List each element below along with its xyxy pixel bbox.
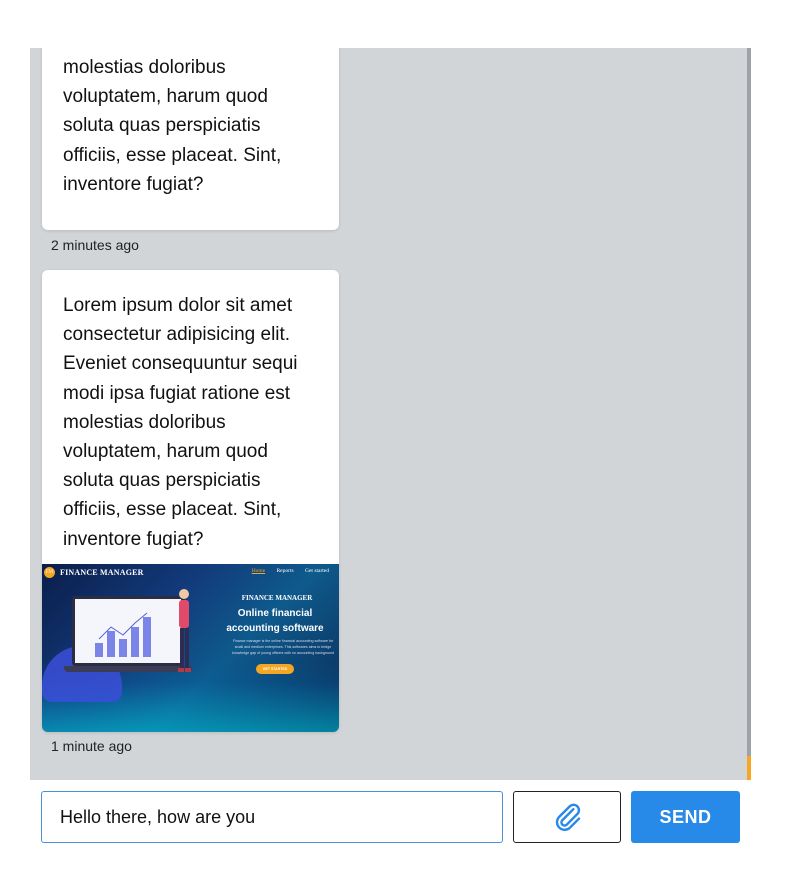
image-laptop-base	[64, 666, 192, 672]
image-hero-title: FINANCE MANAGER	[241, 594, 313, 602]
message-input[interactable]	[41, 791, 503, 843]
message-timestamp: 2 minutes ago	[51, 237, 139, 253]
image-person-illustration	[178, 589, 191, 672]
illustration-line	[98, 612, 148, 640]
image-brand: FINANCE MANAGER	[60, 568, 144, 577]
chat-scrollbar[interactable]	[747, 48, 751, 780]
image-logo: FM	[44, 567, 55, 578]
message-bubble: Lorem ipsum dolor sit amet consectetur a…	[42, 270, 339, 732]
image-navbar: FM FINANCE MANAGER Home Reports Get star…	[42, 564, 339, 582]
image-nav-link: Home	[251, 568, 266, 574]
attach-button[interactable]	[513, 791, 621, 843]
image-hero-heading: Online financial accounting software	[226, 608, 324, 634]
message-text: Lorem ipsum dolor sit amet consectetur a…	[63, 295, 298, 550]
message-text: molestias doloribus voluptatem, harum qu…	[63, 57, 282, 195]
image-hero-description: Finance manager is the online financial …	[231, 639, 335, 655]
chat-messages-area[interactable]: molestias doloribus voluptatem, harum qu…	[30, 48, 751, 780]
message-timestamp: 1 minute ago	[51, 738, 132, 754]
send-button[interactable]: SEND	[631, 791, 740, 843]
image-laptop-illustration	[72, 596, 184, 666]
paperclip-icon	[555, 803, 581, 831]
image-cta-button: GET STARTED	[256, 664, 294, 674]
message-bubble: molestias doloribus voluptatem, harum qu…	[42, 48, 339, 230]
message-image-attachment[interactable]: FM FINANCE MANAGER Home Reports Get star…	[42, 564, 339, 732]
image-nav-link: Get started	[305, 568, 329, 574]
scrollbar-thumb[interactable]	[747, 756, 751, 780]
image-nav-links: Home Reports Get started	[242, 568, 329, 574]
image-nav-link: Reports	[276, 568, 294, 574]
